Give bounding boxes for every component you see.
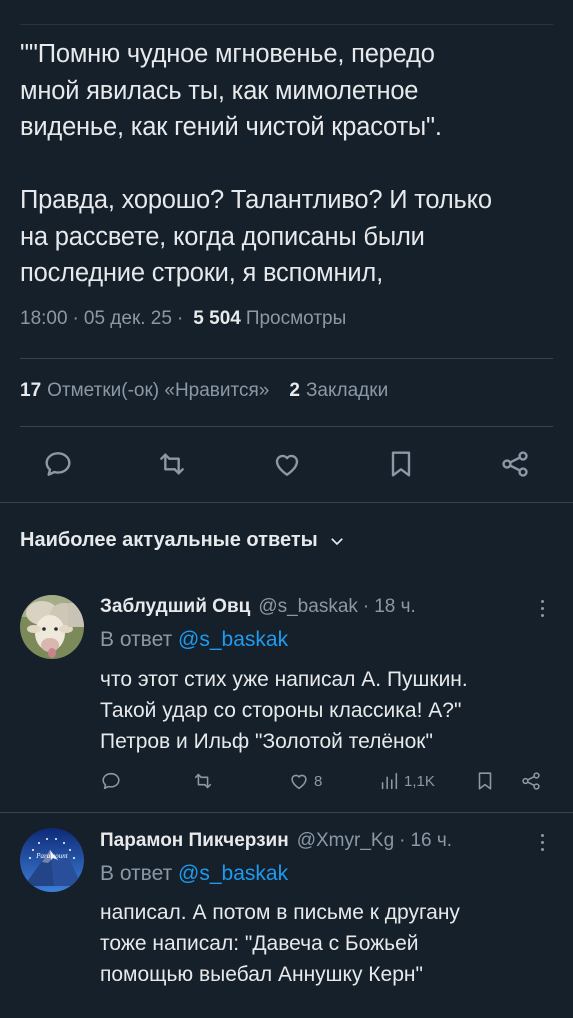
tweet-time[interactable]: 18:00 bbox=[20, 308, 68, 330]
bookmark-button[interactable] bbox=[381, 446, 421, 482]
avatar[interactable] bbox=[20, 595, 84, 659]
likes-stat[interactable]: 17 Отметки(-ок) «Нравится» bbox=[20, 380, 269, 402]
divider bbox=[20, 426, 553, 427]
divider bbox=[20, 358, 553, 359]
meta-separator: · bbox=[362, 596, 370, 617]
bookmarks-stat[interactable]: 2 Закладки bbox=[289, 380, 388, 402]
more-dot bbox=[540, 600, 544, 603]
more-dot bbox=[540, 841, 544, 844]
replies-section-title: Наиболее актуальные ответы bbox=[20, 529, 318, 551]
mountain-logo-avatar-image: Paramount bbox=[20, 828, 84, 892]
reply-like-button[interactable]: 8 bbox=[288, 770, 322, 792]
reply-actions: 8 1,1K bbox=[100, 766, 547, 796]
retweet-icon bbox=[160, 453, 185, 475]
like-icon bbox=[275, 454, 298, 476]
like-button[interactable] bbox=[267, 446, 307, 482]
reply-to-line: В ответ @s_baskak bbox=[100, 862, 288, 886]
reply-share-button[interactable] bbox=[520, 770, 542, 792]
more-dot bbox=[540, 848, 544, 851]
sheep-avatar-image bbox=[20, 595, 84, 659]
avatar-logo-text: Paramount bbox=[35, 852, 69, 860]
reply-like-count: 8 bbox=[314, 772, 323, 790]
chevron-down-icon bbox=[330, 537, 343, 545]
tweet-meta: 18:00 · 05 дек. 25 · 5 504 Просмотры bbox=[20, 308, 346, 330]
bookmark-icon bbox=[478, 772, 492, 790]
reply-author-handle[interactable]: @Xmyr_Kg bbox=[297, 830, 394, 852]
reply-button[interactable] bbox=[38, 446, 78, 482]
more-dot bbox=[540, 834, 544, 837]
views-label: Просмотры bbox=[245, 308, 347, 329]
like-icon bbox=[291, 774, 307, 790]
reply-to-line: В ответ @s_baskak bbox=[100, 628, 288, 652]
reply-text: написал. А потом в письме к другану тоже… bbox=[100, 901, 460, 986]
tweet-text: ""Помню чудное мгновенье, передо мной яв… bbox=[20, 40, 492, 287]
reply-views-button[interactable]: 1,1K bbox=[378, 770, 435, 792]
avatar[interactable]: Paramount bbox=[20, 828, 84, 892]
reply-to-prefix: В ответ bbox=[100, 628, 173, 651]
reply-author-handle[interactable]: @s_baskak bbox=[258, 596, 358, 618]
reply-header: Заблудший Овц @s_baskak · 18 ч. bbox=[100, 596, 416, 618]
meta-separator: · bbox=[72, 308, 79, 329]
reply-time[interactable]: 16 ч. bbox=[410, 830, 452, 852]
likes-count: 17 bbox=[20, 380, 42, 401]
more-options-button[interactable] bbox=[539, 600, 545, 621]
reply-to-prefix: В ответ bbox=[100, 862, 173, 885]
meta-separator: · bbox=[399, 830, 406, 851]
reply-author-name[interactable]: Заблудший Овц bbox=[100, 596, 250, 618]
more-dot bbox=[540, 614, 544, 617]
bookmarks-count: 2 bbox=[289, 380, 300, 401]
reply-header: Парамон Пикчерзин @Xmyr_Kg · 16 ч. bbox=[100, 830, 452, 852]
views-count: 5 504 bbox=[193, 308, 241, 329]
reply-icon bbox=[102, 772, 120, 790]
divider bbox=[0, 502, 573, 503]
reply-separator bbox=[0, 812, 573, 813]
more-dot bbox=[540, 607, 544, 610]
views-icon bbox=[381, 772, 398, 790]
tweet-date[interactable]: 05 дек. 25 bbox=[84, 308, 172, 330]
replies-sort-dropdown[interactable]: Наиболее актуальные ответы bbox=[20, 529, 346, 552]
share-button[interactable] bbox=[495, 446, 535, 482]
bookmark-icon bbox=[391, 451, 410, 477]
reply-retweet-button[interactable] bbox=[192, 770, 214, 792]
reply-icon bbox=[45, 452, 71, 476]
reply-time[interactable]: 18 ч. bbox=[374, 596, 416, 618]
likes-label: Отметки(-ок) «Нравится» bbox=[47, 380, 270, 401]
retweet-icon bbox=[194, 773, 212, 789]
bookmarks-label: Закладки bbox=[305, 380, 389, 401]
share-icon bbox=[502, 451, 528, 477]
reply-reply-button[interactable] bbox=[100, 770, 122, 792]
reply-author-name[interactable]: Парамон Пикчерзин bbox=[100, 830, 289, 852]
reply-text: что этот стих уже написал А. Пушкин. Так… bbox=[100, 668, 468, 753]
share-icon bbox=[522, 772, 540, 790]
tweet-stats: 17 Отметки(-ок) «Нравится» 2 Закладки bbox=[20, 380, 388, 402]
more-options-button[interactable] bbox=[539, 834, 545, 855]
retweet-button[interactable] bbox=[152, 446, 192, 482]
tweet-actions bbox=[38, 446, 535, 482]
meta-separator: · bbox=[176, 308, 184, 329]
reply-to-link[interactable]: @s_baskak bbox=[178, 862, 288, 885]
top-divider bbox=[20, 24, 553, 25]
reply-to-link[interactable]: @s_baskak bbox=[178, 628, 288, 651]
reply-views-count: 1,1K bbox=[404, 772, 435, 790]
reply-bookmark-button[interactable] bbox=[474, 770, 496, 792]
